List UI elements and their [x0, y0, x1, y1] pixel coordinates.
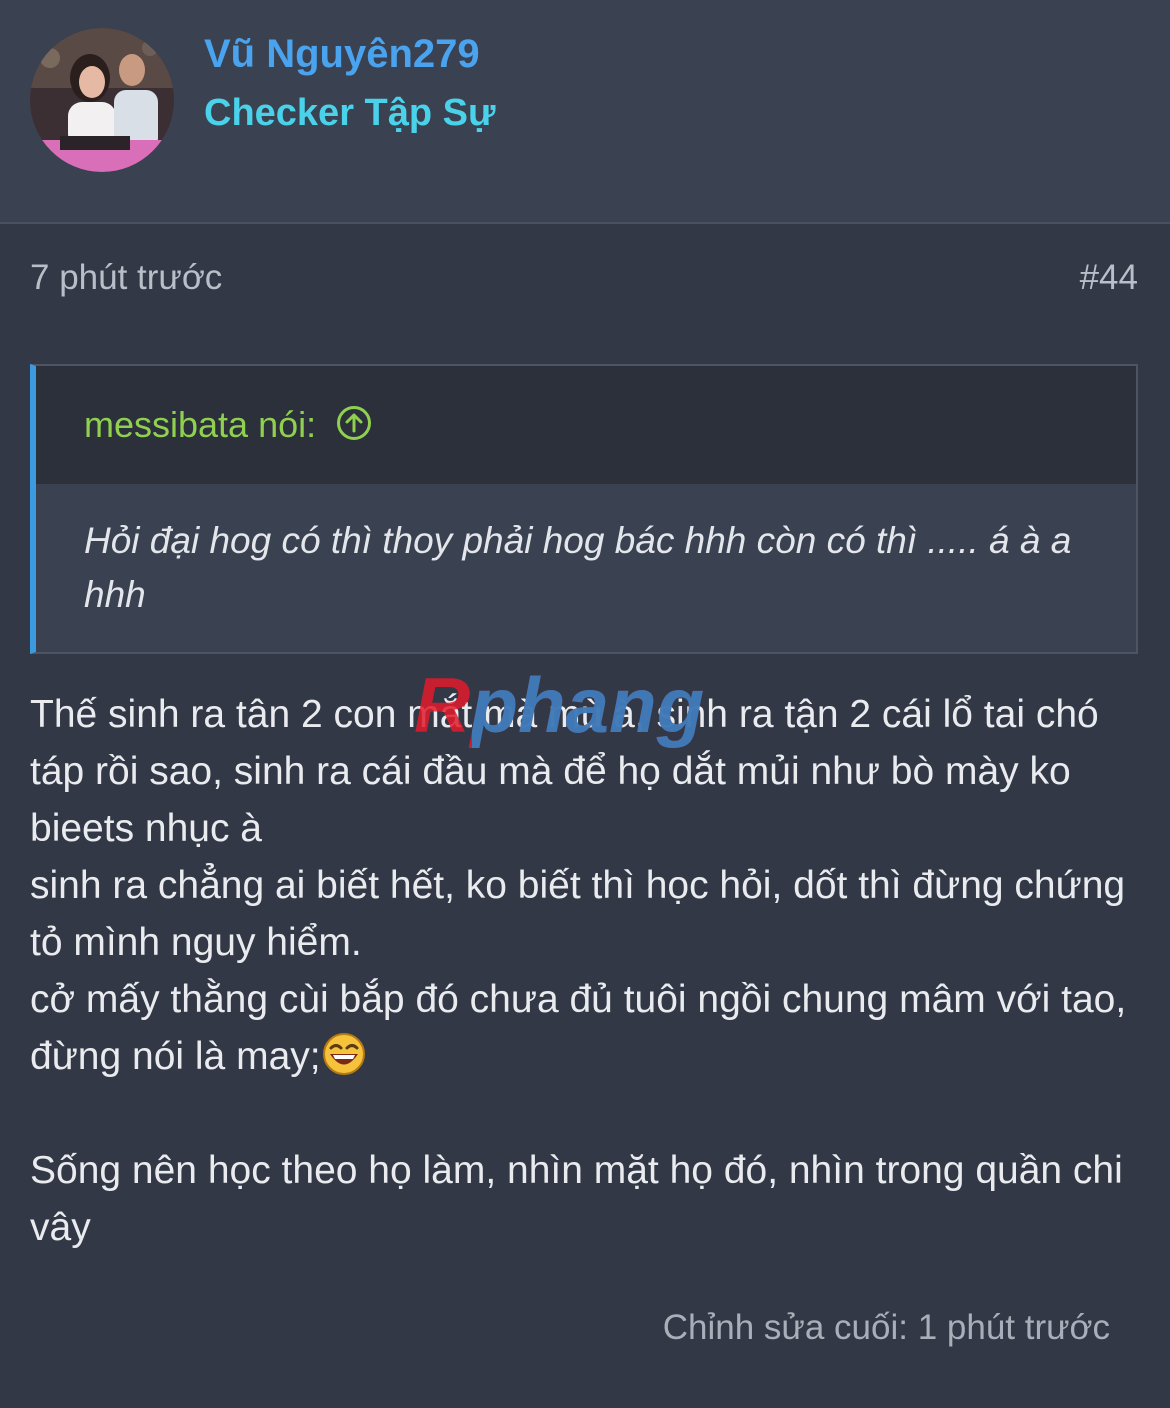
post-paragraph-text: cở mấy thằng cùi bắp đó chưa đủ tuôi ngồ…	[30, 978, 1127, 1078]
post-paragraph: Thế sinh ra tân 2 con mắt mà mù à, sinh …	[30, 693, 1099, 850]
avatar-photo	[30, 28, 174, 172]
post-header: Vũ Nguyên279 Checker Tập Sự	[0, 0, 1170, 224]
post-content: Thế sinh ra tân 2 con mắt mà mù à, sinh …	[30, 686, 1140, 1256]
arrow-up-circle-icon[interactable]	[336, 405, 372, 441]
user-title: Checker Tập Sự	[204, 92, 496, 134]
avatar[interactable]	[30, 28, 174, 172]
post-paragraph: sinh ra chẳng ai biết hết, ko biết thì h…	[30, 864, 1126, 964]
quote-header: messibata nói:	[36, 366, 1136, 484]
post-paragraph: Sống nên học theo họ làm, nhìn mặt họ đó…	[30, 1149, 1123, 1249]
post-number[interactable]: #44	[1080, 258, 1138, 298]
quote-author[interactable]: messibata nói:	[84, 404, 316, 445]
last-edited-note: Chỉnh sửa cuối: 1 phút trước	[662, 1308, 1110, 1347]
post-page: Vũ Nguyên279 Checker Tập Sự 7 phút trước…	[0, 0, 1170, 1408]
username[interactable]: Vũ Nguyên279	[204, 32, 480, 77]
post-paragraph-with-emoji: cở mấy thằng cùi bắp đó chưa đủ tuôi ngồ…	[30, 971, 1140, 1085]
laughing-face-icon	[321, 1031, 367, 1077]
quote-block: messibata nói: Hỏi đại hog có thì thoy p…	[30, 364, 1138, 654]
post-timestamp[interactable]: 7 phút trước	[30, 258, 222, 298]
quote-text: Hỏi đại hog có thì thoy phải hog bác hhh…	[84, 520, 1072, 615]
quote-author-line[interactable]: messibata nói:	[84, 404, 372, 446]
